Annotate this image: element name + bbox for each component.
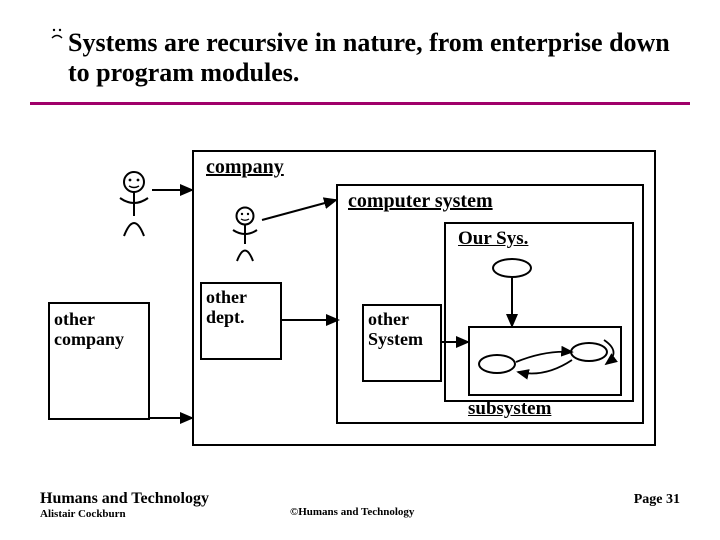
company-label: company [206,156,284,179]
title-row: Systems are recursive in nature, from en… [48,28,680,88]
footer: Humans and Technology Alistair Cockburn … [40,490,680,520]
title-underline [30,102,690,105]
footer-copyright: ©Humans and Technology [290,506,414,518]
person-icon [228,206,262,269]
slide: Systems are recursive in nature, from en… [0,0,720,540]
sad-face-icon [48,26,66,44]
module-icon [570,342,608,362]
module-icon [492,258,532,278]
other-system-label: other System [368,310,440,350]
other-dept-label: other dept. [206,288,276,328]
slide-title: Systems are recursive in nature, from en… [68,28,680,88]
module-icon [478,354,516,374]
other-company-label: other company [54,310,146,350]
our-sys-label: Our Sys. [458,228,528,250]
computer-system-label: computer system [348,190,493,213]
person-icon [114,170,154,245]
subsystem-label: subsystem [468,398,551,420]
footer-page: Page 31 [634,492,680,508]
